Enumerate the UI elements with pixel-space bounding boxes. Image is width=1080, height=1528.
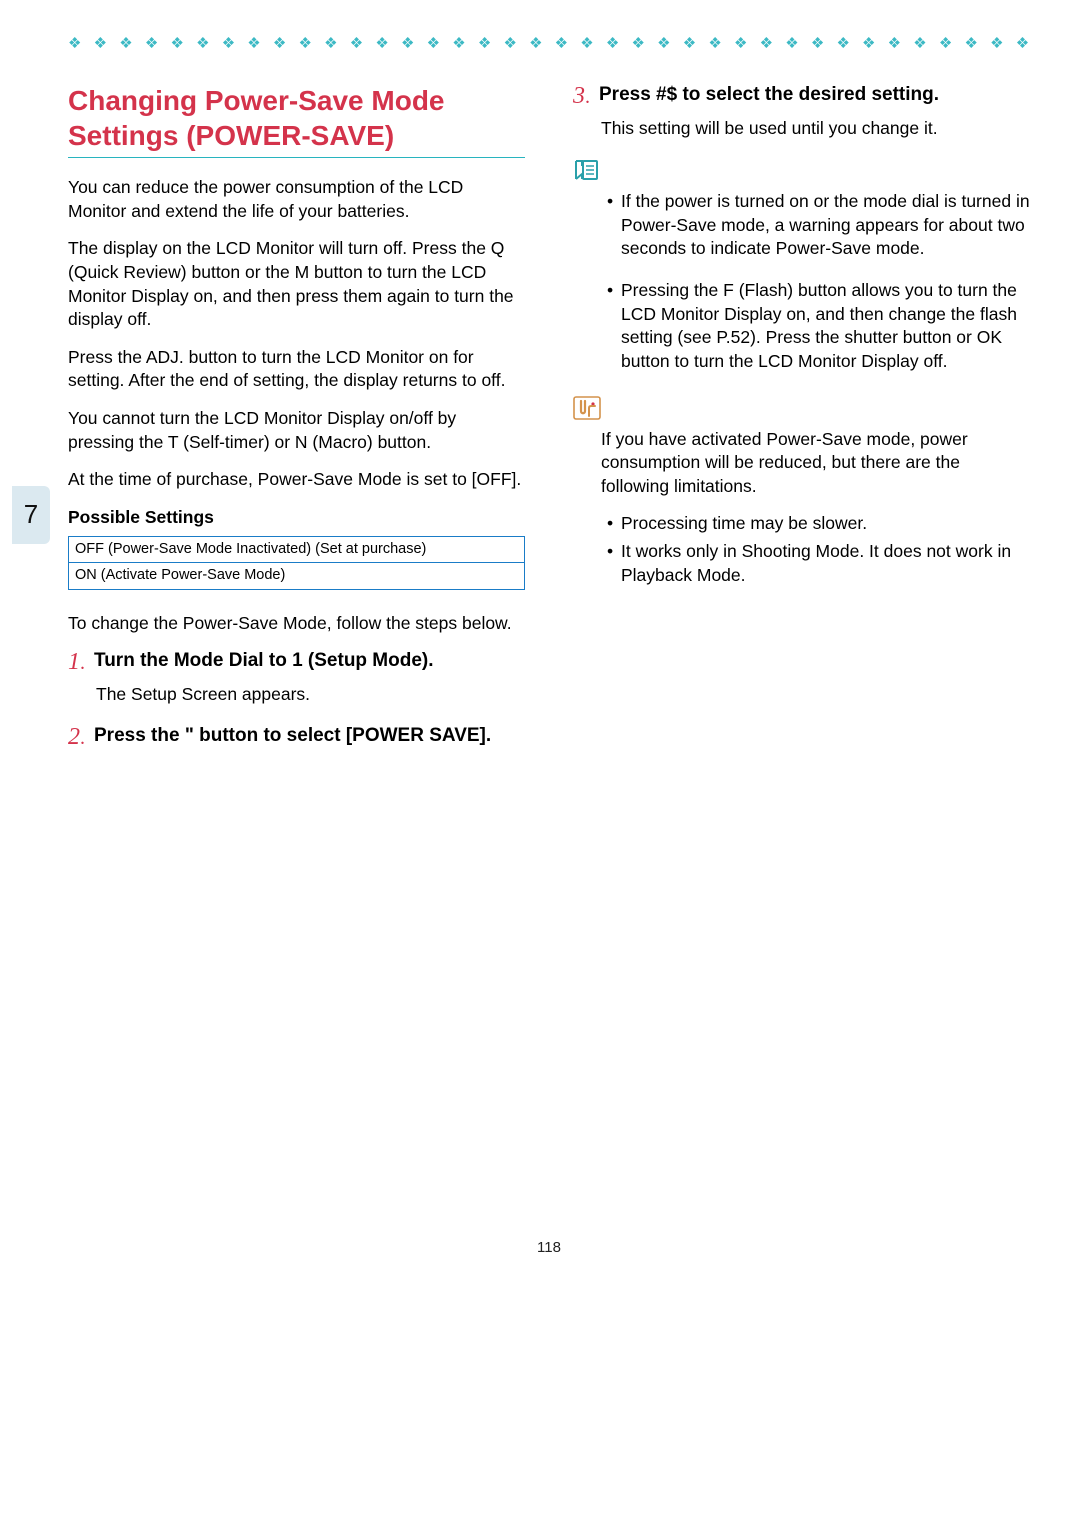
- settings-table: OFF (Power-Save Mode Inactivated) (Set a…: [68, 536, 525, 590]
- step-number: 2.: [68, 724, 86, 752]
- hint-bullets: Processing time may be slower. It works …: [601, 512, 1030, 587]
- table-row: OFF (Power-Save Mode Inactivated) (Set a…: [69, 536, 525, 563]
- possible-settings-heading: Possible Settings: [68, 506, 525, 530]
- step-1: 1. Turn the Mode Dial to 1 (Setup Mode).: [68, 649, 525, 677]
- list-item: It works only in Shooting Mode. It does …: [621, 540, 1030, 587]
- settings-on-cell: ON (Activate Power-Save Mode): [69, 563, 525, 590]
- title-underline: [68, 157, 525, 158]
- step-number: 3.: [573, 83, 591, 111]
- step-3: 3. Press #$ to select the desired settin…: [573, 83, 1030, 111]
- right-column: 3. Press #$ to select the desired settin…: [573, 83, 1030, 758]
- body-paragraph: Press the ADJ. button to turn the LCD Mo…: [68, 346, 525, 393]
- hint-paragraph: If you have activated Power-Save mode, p…: [601, 428, 1030, 499]
- decorative-border: ❖ ❖ ❖ ❖ ❖ ❖ ❖ ❖ ❖ ❖ ❖ ❖ ❖ ❖ ❖ ❖ ❖ ❖ ❖ ❖ …: [68, 35, 1030, 53]
- left-column: Changing Power-Save Mode Settings (POWER…: [68, 83, 525, 758]
- section-title: Changing Power-Save Mode Settings (POWER…: [68, 83, 525, 153]
- body-paragraph: At the time of purchase, Power-Save Mode…: [68, 468, 525, 492]
- body-paragraph: To change the Power-Save Mode, follow th…: [68, 612, 525, 636]
- list-item: Processing time may be slower.: [621, 512, 1030, 536]
- step-2: 2. Press the " button to select [POWER S…: [68, 724, 525, 752]
- step-title: Press the " button to select [POWER SAVE…: [94, 724, 491, 752]
- step-body: The Setup Screen appears.: [96, 683, 525, 707]
- table-row: ON (Activate Power-Save Mode): [69, 563, 525, 590]
- step-body: This setting will be used until you chan…: [601, 117, 1030, 141]
- body-paragraph: You can reduce the power consumption of …: [68, 176, 525, 223]
- note-block: If the power is turned on or the mode di…: [601, 190, 1030, 373]
- list-item: If the power is turned on or the mode di…: [621, 190, 1030, 261]
- note-bullets: If the power is turned on or the mode di…: [601, 190, 1030, 373]
- settings-off-cell: OFF (Power-Save Mode Inactivated) (Set a…: [69, 536, 525, 563]
- body-paragraph: The display on the LCD Monitor will turn…: [68, 237, 525, 332]
- step-number: 1.: [68, 649, 86, 677]
- hint-block: If you have activated Power-Save mode, p…: [601, 428, 1030, 588]
- step-title: Turn the Mode Dial to 1 (Setup Mode).: [94, 649, 434, 677]
- hint-icon: [573, 396, 601, 420]
- chapter-tab-number: 7: [24, 497, 38, 532]
- list-item: Pressing the F (Flash) button allows you…: [621, 279, 1030, 374]
- page-number: 118: [68, 1238, 1030, 1258]
- body-paragraph: You cannot turn the LCD Monitor Display …: [68, 407, 525, 454]
- step-title: Press #$ to select the desired setting.: [599, 83, 939, 111]
- chapter-tab: 7: [12, 486, 50, 544]
- note-icon: [573, 158, 599, 182]
